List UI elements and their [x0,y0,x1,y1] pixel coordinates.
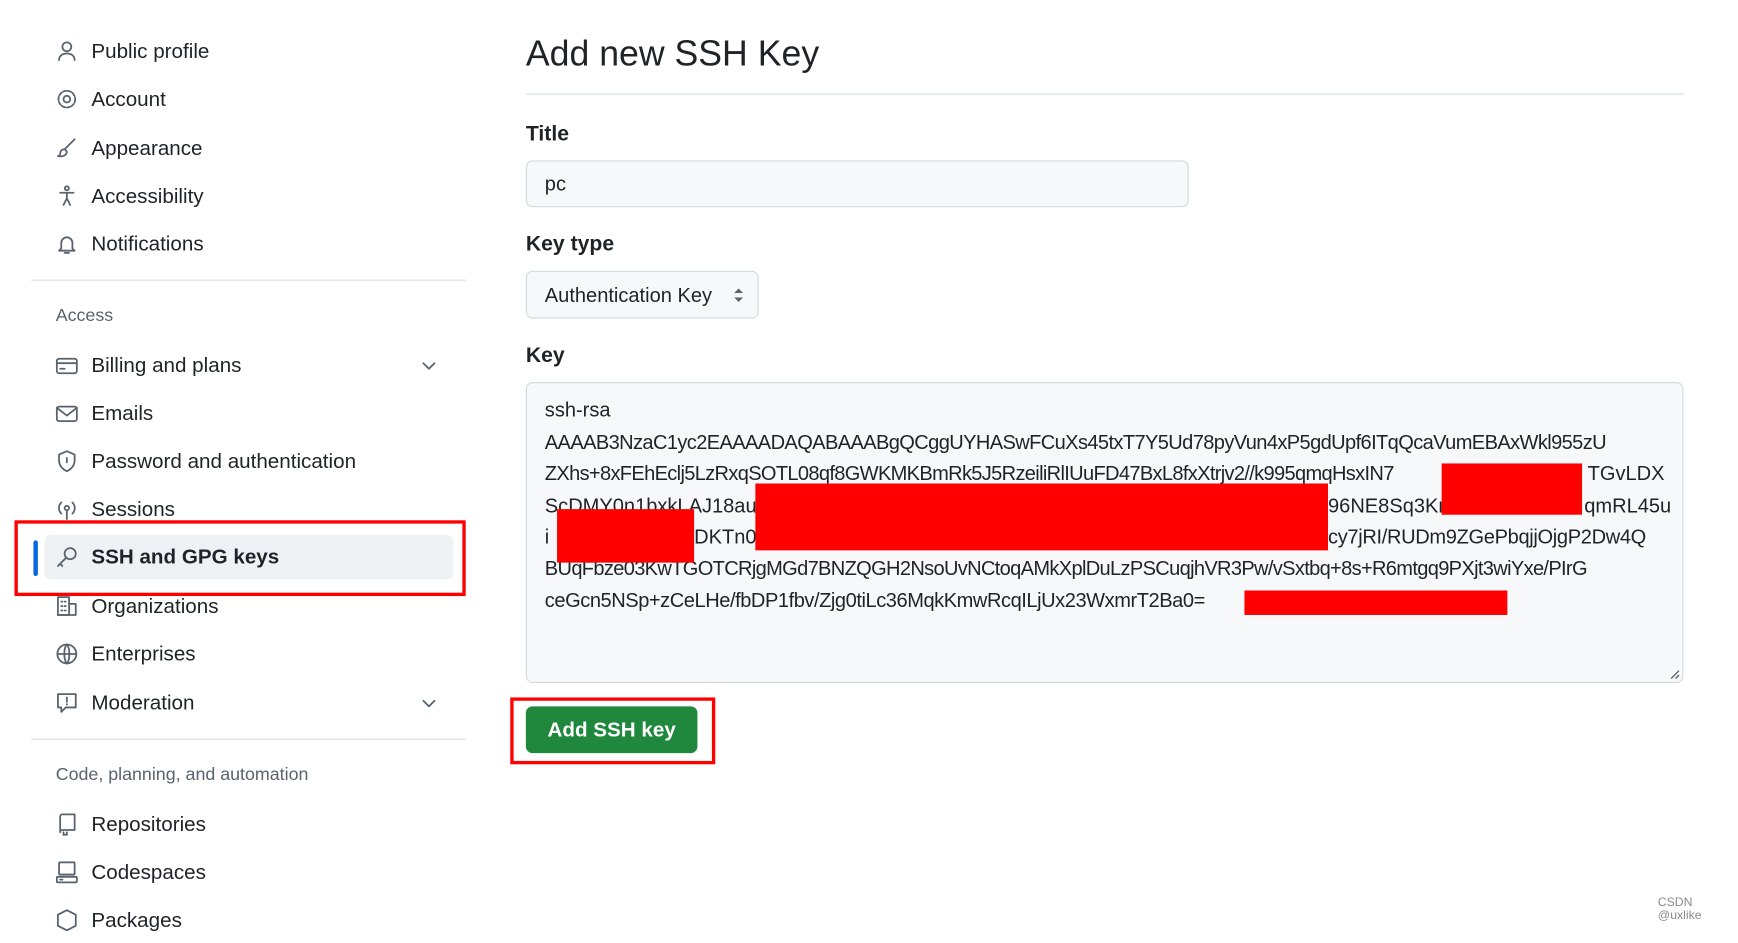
key-type-select[interactable]: Authentication Key [525,270,759,319]
gear-icon [57,89,77,109]
sidebar-item-label: Sessions [91,496,176,521]
sidebar-item-appearance[interactable]: Appearance [45,126,454,171]
sidebar-item-emails[interactable]: Emails [45,391,454,436]
chevron-down-icon[interactable] [420,694,438,712]
codespaces-icon [55,861,78,884]
sidebar-item-repositories[interactable]: Repositories [45,802,454,847]
sidebar-heading-access: Access [55,306,114,326]
key-text-line: ceGcn5NSp+zCeLHe/fbDP1fbv/Zjg0tiLc36MqkK… [544,589,1205,612]
key-type-value: Authentication Key [544,284,713,307]
annotation-highlight [510,697,716,765]
key-text-line: AAAAB3NzaC1yc2EAAAADAQABAAABgQCggUYHASwF… [544,431,1607,454]
key-text-line: cy7jRI/RUDm9ZGePbqjjOjgP2Dw4Q [1328,525,1646,549]
sidebar-item-enterprises[interactable]: Enterprises [45,632,454,677]
organization-icon [57,596,77,616]
key-text-line: i [544,525,550,549]
mail-icon [55,405,78,423]
redaction [755,483,1329,551]
redaction [1244,590,1508,615]
sidebar-divider [31,279,466,281]
sidebar-item-label: Account [91,86,166,111]
sidebar-item-billing[interactable]: Billing and plans [45,343,454,388]
person-icon [58,41,76,62]
sidebar-item-label: Emails [91,401,154,425]
resize-handle-icon[interactable] [1669,668,1680,679]
redaction [1441,463,1583,515]
report-icon [57,693,77,713]
key-text-line: 96NE8Sq3Km [1328,494,1456,517]
annotation-highlight [14,520,466,597]
sidebar-item-password[interactable]: Password and authentication [45,439,454,484]
shield-icon [58,450,76,473]
package-icon [57,909,77,932]
sidebar-item-label: Repositories [91,812,206,836]
sidebar-item-label: Organizations [91,593,219,618]
select-arrows-icon [734,288,744,302]
key-text-line: ssh-rsa [544,398,611,422]
title-label: Title [525,122,569,146]
sidebar-item-packages[interactable]: Packages [45,898,454,943]
key-text-line: qmRL45u [1584,494,1672,517]
key-type-label: Key type [525,232,615,257]
title-input-value: pc [544,172,566,195]
sidebar-item-moderation[interactable]: Moderation [45,681,454,726]
sidebar-item-label: Public profile [91,38,210,63]
sidebar-item-label: Billing and plans [91,353,242,377]
title-input[interactable]: pc [525,160,1189,208]
chevron-down-icon[interactable] [420,357,438,375]
credit-card-icon [55,357,78,375]
sidebar-item-account[interactable]: Account [45,77,454,122]
sidebar-heading-code: Code, planning, and automation [55,765,309,785]
title-divider [525,93,1684,95]
broadcast-icon [58,501,76,521]
key-label: Key [525,344,565,368]
sidebar-item-label: Password and authentication [91,448,357,473]
accessibility-icon [59,185,75,206]
sidebar-item-label: Accessibility [91,183,204,208]
sidebar-item-notifications[interactable]: Notifications [45,222,454,267]
key-text-line: ZXhs+8xFEhEclj5LzRxqSOTL08qf8GWKMKBmRk5J… [544,462,1395,485]
page-title: Add new SSH Key [525,33,820,74]
bell-icon [58,236,76,254]
paintbrush-icon [57,138,76,158]
sidebar-item-label: Appearance [91,135,203,160]
key-text-line: TGvLDX [1587,462,1665,485]
key-text-line: BUqFbze03KwTGOTCRjgMGd7BNZQGH2NsoUvNCtoq… [544,557,1588,580]
sidebar-item-codespaces[interactable]: Codespaces [45,850,454,895]
sidebar-item-label: Enterprises [91,641,196,666]
sidebar-divider [31,738,466,740]
sidebar-item-label: Moderation [91,690,195,715]
sidebar-item-label: Codespaces [91,860,206,884]
globe-icon [56,643,78,665]
redaction [557,509,695,563]
repo-icon [59,813,76,836]
sidebar-item-label: Notifications [91,231,204,256]
sidebar-item-public-profile[interactable]: Public profile [45,29,454,74]
sidebar-item-accessibility[interactable]: Accessibility [45,174,454,219]
watermark: CSDN @uxlike [1657,895,1702,923]
